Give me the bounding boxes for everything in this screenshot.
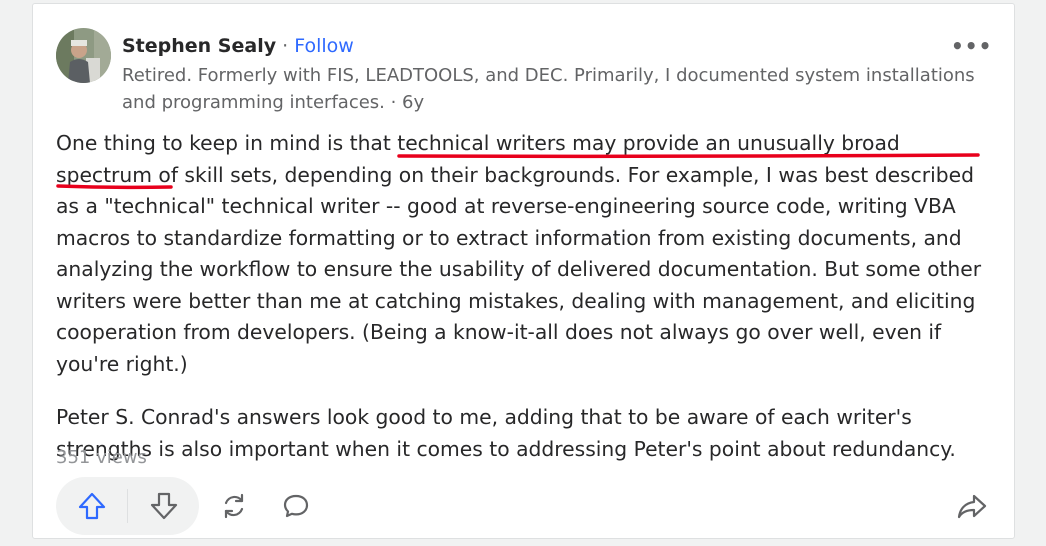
answer-paragraph-2: Peter S. Conrad's answers look good to m… [56,405,956,461]
vote-controls [56,477,199,535]
author-avatar[interactable] [56,28,111,83]
reshare-cycle-icon [224,493,244,519]
upvote-button[interactable] [56,477,127,535]
downvote-button[interactable] [128,477,199,535]
paragraph-1-lead: One thing to keep in mind is that [56,131,398,155]
more-options-button[interactable]: ••• [951,32,991,60]
separator-dot: · [282,35,289,57]
share-arrow-icon [957,494,987,519]
upvote-arrow-icon [78,492,105,520]
answer-card: Stephen Sealy · Follow Retired. Formerly… [32,3,1015,539]
reshare-button[interactable] [214,486,254,526]
answer-body: One thing to keep in mind is that techni… [56,128,1001,487]
view-count: 351 views [56,447,147,468]
author-name[interactable]: Stephen Sealy [122,35,276,57]
follow-button[interactable]: Follow [294,35,354,57]
author-line: Stephen Sealy · Follow [122,33,354,59]
comment-button[interactable] [276,486,316,526]
answer-paragraph-1: One thing to keep in mind is that techni… [56,128,1001,380]
author-credential: Retired. Formerly with FIS, LEADTOOLS, a… [122,65,975,113]
downvote-arrow-icon [150,492,177,520]
share-button[interactable] [952,486,992,526]
comment-bubble-icon [283,494,309,518]
paragraph-1-rest: depending on their backgrounds. For exam… [56,162,982,376]
